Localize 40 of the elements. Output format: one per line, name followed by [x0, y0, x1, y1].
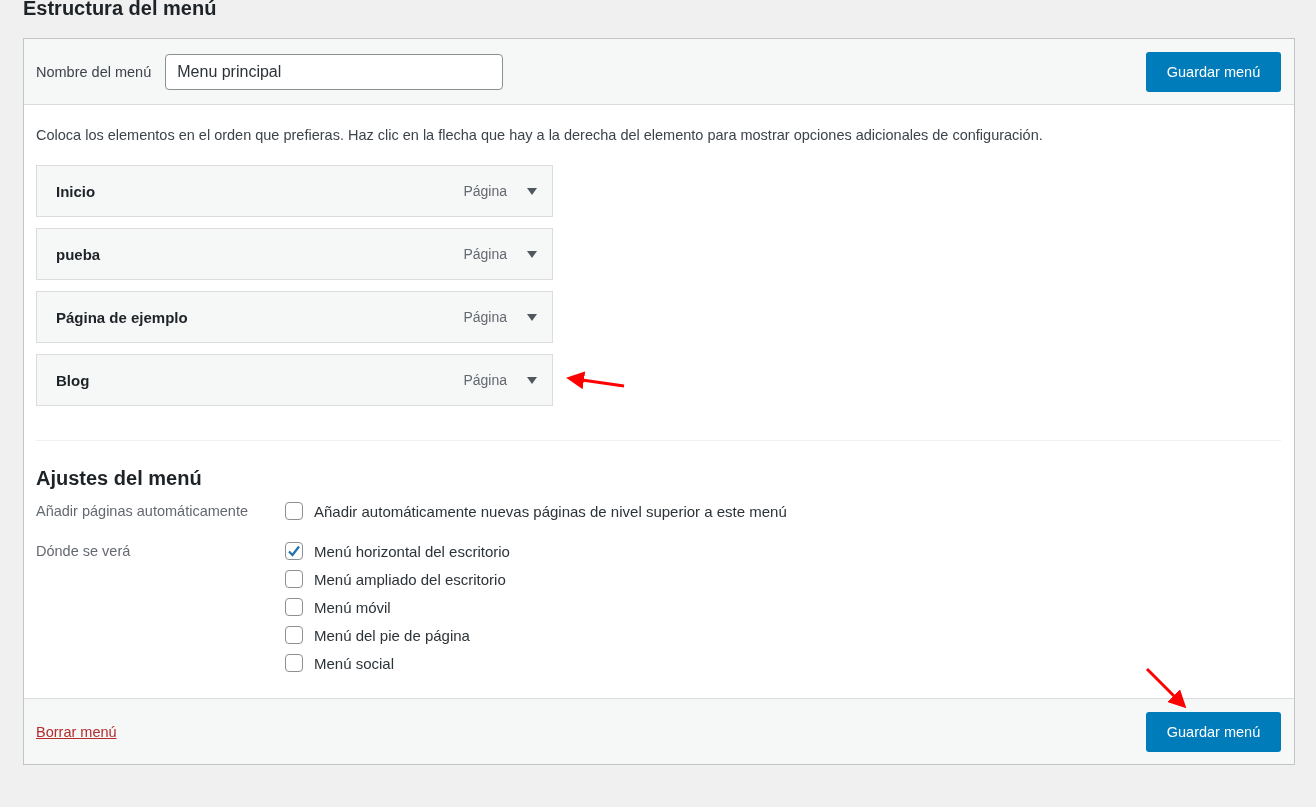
checkbox-label: Menú horizontal del escritorio [314, 542, 510, 560]
menu-item-bar[interactable]: Blog Página [36, 354, 553, 406]
checkbox[interactable] [285, 598, 303, 616]
caret-icon[interactable] [527, 250, 537, 258]
menu-item-bar[interactable]: pueba Página [36, 228, 553, 280]
checkbox-label: Menú del pie de página [314, 626, 470, 644]
menu-item-title: Página de ejemplo [56, 308, 189, 326]
menu-name-field[interactable]: Menu principal [165, 53, 504, 90]
menu-item-type: Página [463, 246, 507, 262]
menu-item-bar[interactable]: Inicio Página [36, 165, 553, 217]
caret-icon[interactable] [527, 313, 537, 321]
caret-icon[interactable] [527, 376, 537, 384]
checkbox[interactable] [285, 626, 303, 644]
settings-heading: Ajustes del menú [36, 466, 203, 491]
menu-item-bar[interactable]: Página de ejemplo Página [36, 291, 553, 343]
checkbox-label: Menú móvil [314, 598, 391, 616]
checkbox[interactable] [285, 542, 303, 560]
menu-item-type: Página [463, 372, 507, 388]
instructions-text: Coloca los elementos en el orden que prefieras. Haz clic en la flecha que hay a la derecha del elemento para mostrar opciones adicionales de configuración. [36, 127, 1044, 145]
field-label: Nombre del menú [36, 63, 152, 80]
delete-menu-link[interactable]: Borrar menú [36, 723, 117, 740]
menu-item-type: Página [463, 183, 507, 199]
save-menu-button[interactable]: Guardar menú [1146, 51, 1281, 92]
section-heading: Estructura del menú [23, 0, 218, 18]
save-menu-button[interactable]: Guardar menú [1146, 711, 1281, 752]
caret-icon[interactable] [527, 187, 537, 195]
menu-item-type: Página [463, 309, 507, 325]
setting-label: Añadir páginas automáticamente [36, 502, 249, 521]
checkbox[interactable] [285, 502, 303, 520]
menu-item-title: Inicio [56, 182, 97, 200]
annotation-arrow [1145, 667, 1187, 709]
checkbox-label: Añadir automáticamente nuevas páginas de nivel superior a este menú [314, 502, 787, 520]
annotation-arrow [566, 371, 625, 390]
checkbox-label: Menú social [314, 654, 395, 672]
checkbox[interactable] [285, 654, 303, 672]
setting-label: Dónde se verá [36, 542, 132, 561]
menu-item-title: Blog [56, 371, 91, 389]
checkbox-label: Menú ampliado del escritorio [314, 570, 506, 588]
checkbox[interactable] [285, 570, 303, 588]
menu-item-title: pueba [56, 245, 102, 263]
